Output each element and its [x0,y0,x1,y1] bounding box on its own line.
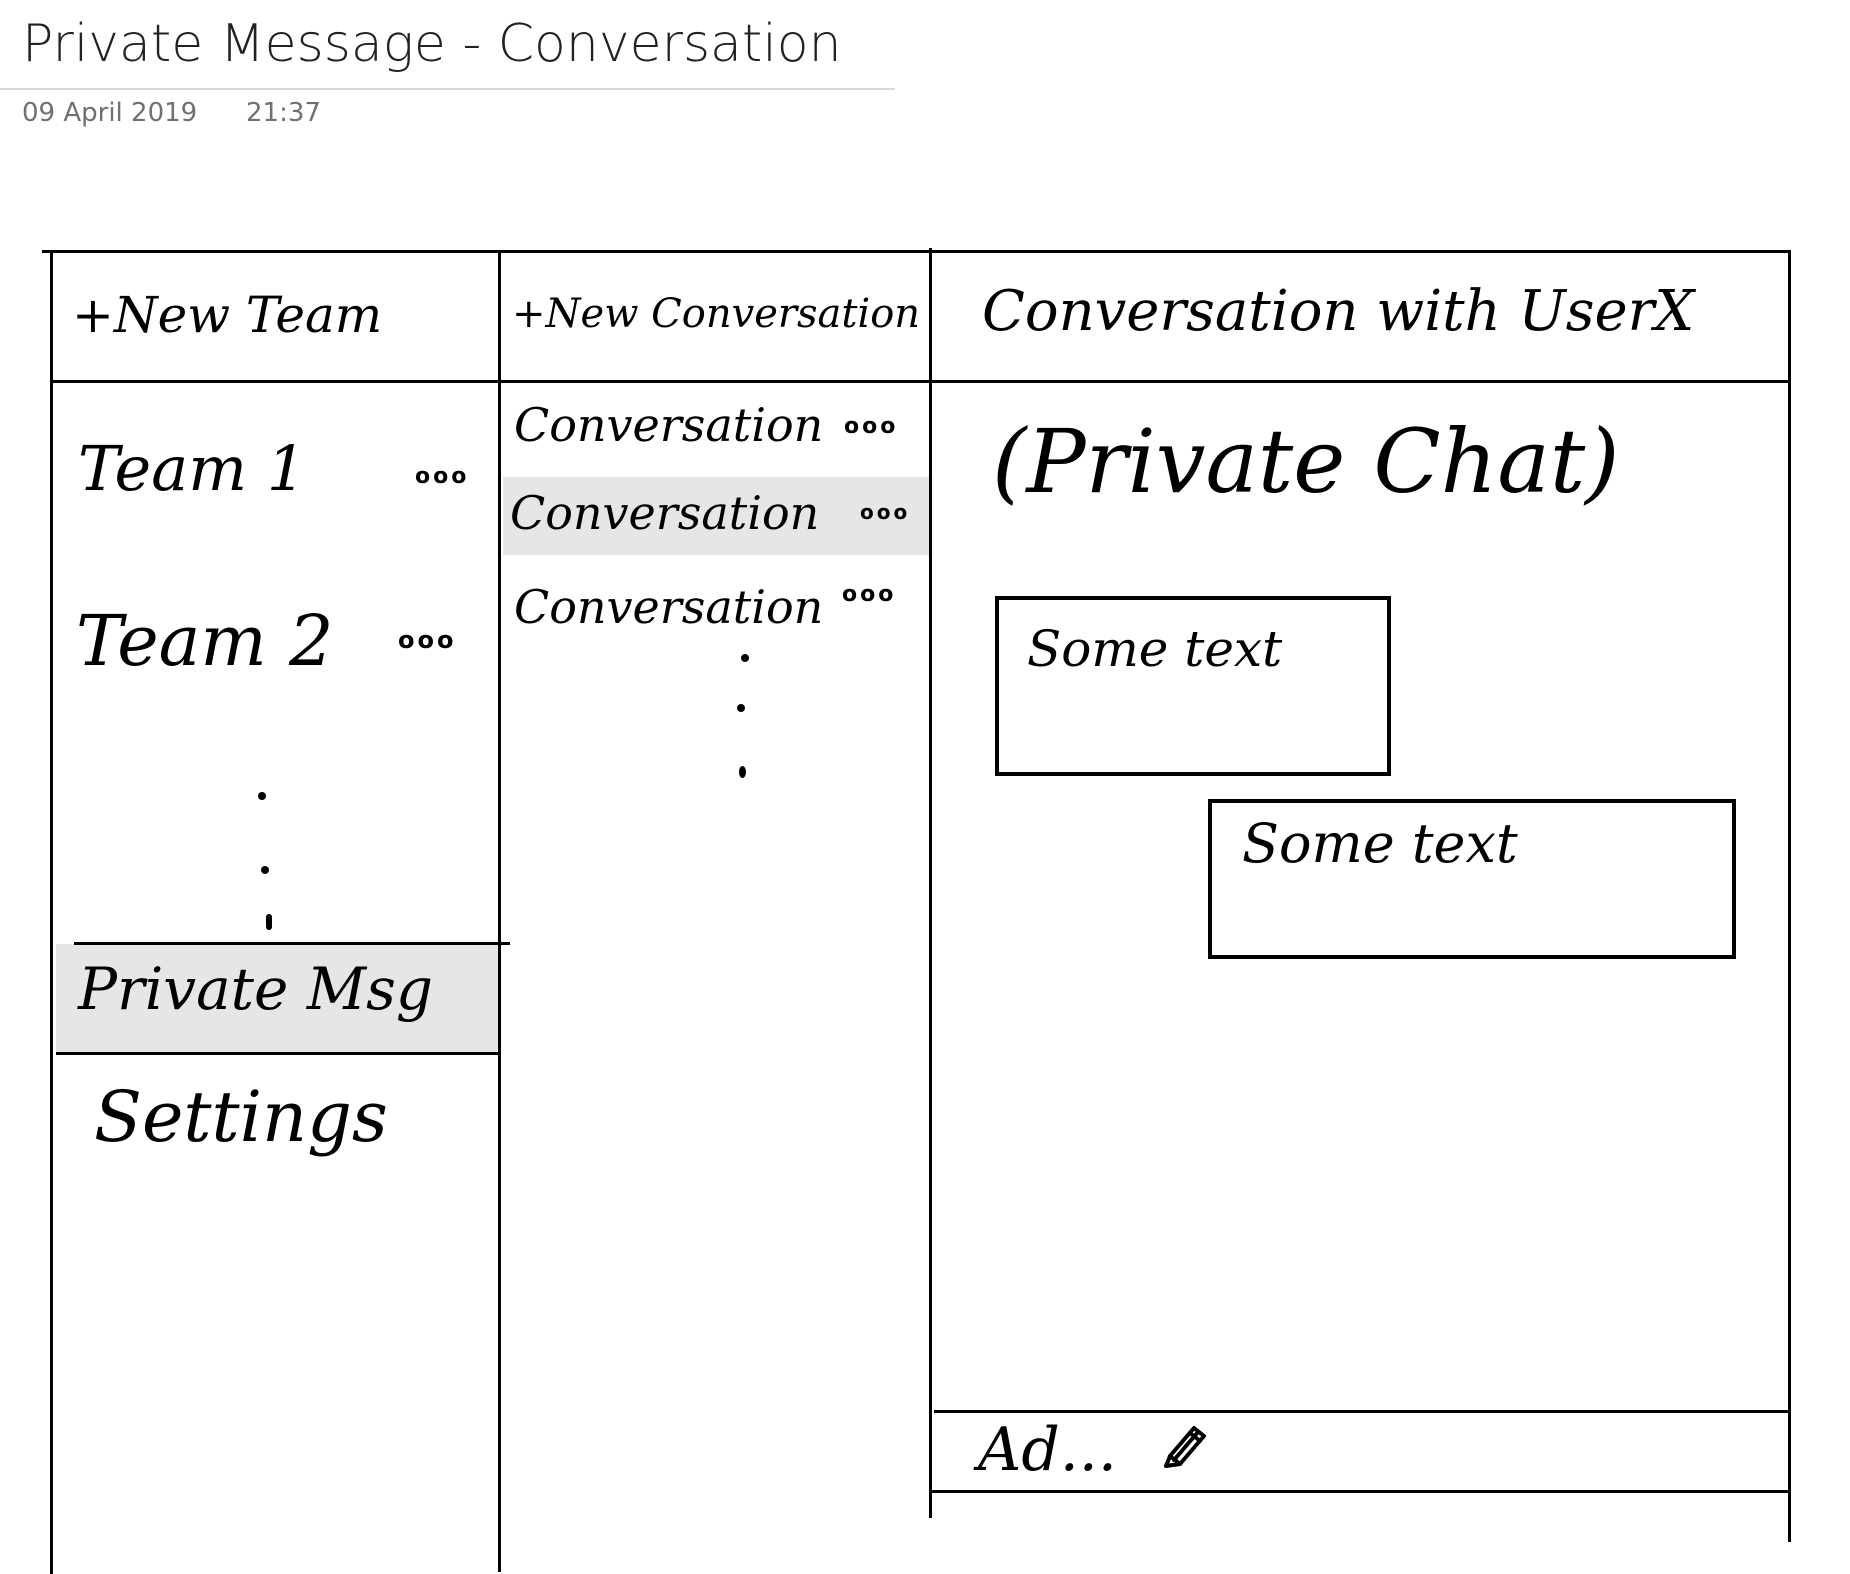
message-text: Some text [1027,620,1283,678]
chat-header: Conversation with UserX [982,279,1695,344]
team-item-label: Team 2 [76,600,334,682]
title-divider [0,88,895,90]
message-text: Some text [1242,812,1518,875]
pencil-icon[interactable] [1160,1418,1212,1470]
conversation-item-menu-icon[interactable]: ooo [842,584,896,606]
conversation-item-label: Conversation [514,580,824,634]
private-msg-bottom-line [56,1052,500,1055]
private-msg-item[interactable]: Private Msg [78,960,433,1018]
header-underline [52,380,1790,383]
more-conversations-indicator [741,654,749,662]
private-msg-top-line [74,942,510,945]
frame-right-border [1788,250,1791,1542]
chat-subtitle: (Private Chat) [992,410,1620,513]
page-time: 21:37 [246,98,321,128]
settings-item[interactable]: Settings [94,1082,388,1152]
new-conversation-button[interactable]: +New Conversation [512,294,920,334]
message-input[interactable]: Ad... [978,1420,1117,1480]
more-teams-indicator [258,792,266,800]
frame-divider-1 [498,252,501,1572]
frame-divider-2 [929,248,932,1518]
more-conversations-indicator [739,766,746,778]
more-teams-indicator [261,866,269,874]
more-conversations-indicator [737,704,745,712]
conversation-item-label: Conversation [510,486,820,540]
conversation-item-menu-icon[interactable]: ooo [860,502,910,522]
conversation-item-menu-icon[interactable]: ooo [844,416,898,438]
input-bottom-line [932,1490,1790,1493]
message-bubble-received: Some text [995,596,1391,776]
conversation-item-label: Conversation [514,398,824,452]
message-bubble-sent: Some text [1208,799,1736,959]
input-top-line [934,1410,1790,1413]
frame-left-border [50,252,53,1574]
new-team-button[interactable]: +New Team [72,290,382,340]
team-item-menu-icon[interactable]: ooo [398,628,456,652]
frame-top-border [42,250,1790,253]
more-teams-indicator [266,914,272,930]
page-date: 09 April 2019 [22,98,198,128]
team-item-label: Team 1 [78,432,307,505]
page-title: Private Message - Conversation [22,14,842,74]
team-item-menu-icon[interactable]: ooo [415,466,469,488]
